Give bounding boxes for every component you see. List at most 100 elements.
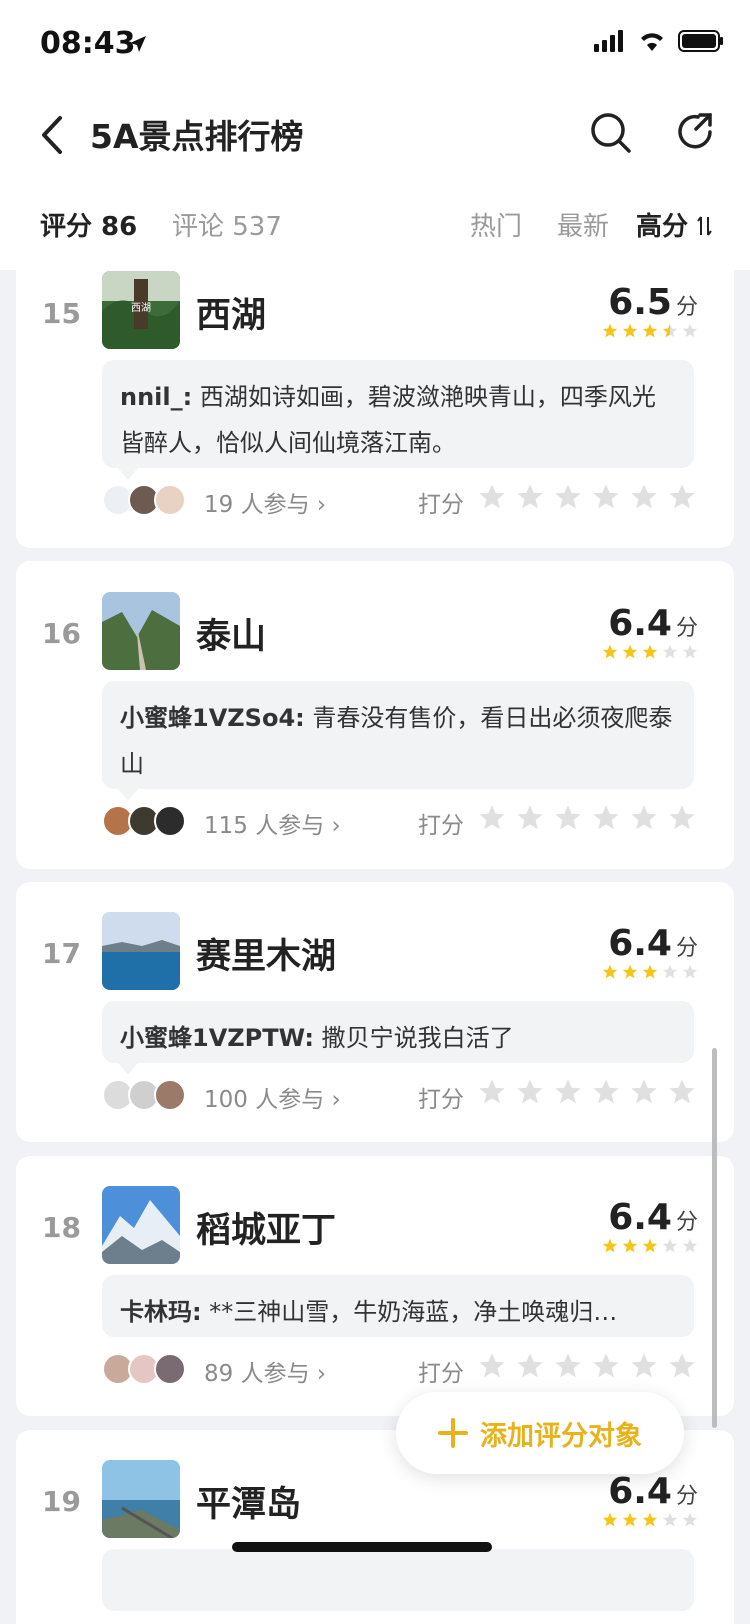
- chevron-right-icon: ›: [331, 813, 341, 839]
- chevron-right-icon: ›: [316, 1361, 327, 1387]
- rate-star-icon[interactable]: [554, 483, 582, 511]
- battery-icon: [678, 30, 723, 52]
- sort-high-score[interactable]: 高分: [636, 206, 713, 243]
- rate-star-icon[interactable]: [554, 1078, 582, 1106]
- participants-link[interactable]: 115 人参与 ›: [204, 806, 341, 840]
- ranking-card[interactable]: 15 西湖 西湖 6.5 分 nnil_: 西湖如诗如画，碧波潋滟映青山，四季风光…: [16, 250, 734, 548]
- participants-count: 89 人参与: [204, 1361, 310, 1387]
- star-icon: [602, 323, 618, 338]
- star-rating: [602, 1512, 698, 1528]
- tab-rating[interactable]: 评分 86: [40, 206, 137, 243]
- ranking-card[interactable]: 16 泰山 6.4 分 小蜜蜂1VZSo4: 青春没有售价，看日出必须夜爬泰山 1…: [16, 561, 734, 869]
- rate-stars-input[interactable]: [478, 483, 696, 511]
- sort-hot[interactable]: 热门: [470, 206, 522, 243]
- star-rating: [602, 1238, 698, 1254]
- rate-star-icon[interactable]: [516, 1352, 544, 1380]
- thumbnail-image: [102, 1460, 180, 1538]
- top-comment[interactable]: 卡林玛: **三神山雪，牛奶海蓝，净土唤魂归…: [102, 1275, 694, 1337]
- fab-label: 添加评分对象: [480, 1420, 642, 1452]
- star-icon: [642, 964, 658, 979]
- rate-label: 打分: [418, 1361, 464, 1387]
- participants-count: 100 人参与: [204, 1087, 325, 1113]
- star-rating: [602, 323, 698, 339]
- rate-stars-input[interactable]: [478, 1352, 696, 1380]
- star-icon: [662, 1512, 678, 1527]
- participant-avatars: [102, 1353, 186, 1385]
- star-icon: [642, 1238, 658, 1253]
- participants-link[interactable]: 100 人参与 ›: [204, 1080, 341, 1114]
- rate-star-icon[interactable]: [478, 1352, 506, 1380]
- top-comment[interactable]: [102, 1549, 694, 1611]
- star-icon: [642, 323, 658, 338]
- comment-user: 小蜜蜂1VZPTW:: [120, 1024, 314, 1052]
- rate-star-icon[interactable]: [668, 483, 696, 511]
- participant-avatars: [102, 1079, 186, 1111]
- star-icon: [622, 1238, 638, 1253]
- spot-name: 西湖: [196, 296, 267, 336]
- scrollbar[interactable]: [712, 1048, 717, 1428]
- rate-star-icon[interactable]: [516, 804, 544, 832]
- spot-name: 泰山: [196, 617, 267, 657]
- rate-stars-input[interactable]: [478, 1078, 696, 1106]
- rate-star-icon[interactable]: [630, 1078, 658, 1106]
- rate-star-icon[interactable]: [668, 1352, 696, 1380]
- participants-count: 19 人参与: [204, 492, 310, 518]
- score-value: 6.4: [608, 603, 672, 644]
- top-comment[interactable]: 小蜜蜂1VZSo4: 青春没有售价，看日出必须夜爬泰山: [102, 681, 694, 801]
- spot-name: 稻城亚丁: [196, 1211, 337, 1251]
- rate-star-icon[interactable]: [630, 483, 658, 511]
- add-rating-target-button[interactable]: 添加评分对象: [396, 1392, 684, 1474]
- star-icon: [642, 1512, 658, 1527]
- rate-stars-input[interactable]: [478, 804, 696, 832]
- chevron-right-icon: ›: [316, 492, 327, 518]
- rate-star-icon[interactable]: [630, 1352, 658, 1380]
- rate-star-icon[interactable]: [478, 804, 506, 832]
- rate-star-icon[interactable]: [516, 483, 544, 511]
- participants-link[interactable]: 19 人参与 ›: [204, 485, 326, 519]
- rate-star-icon[interactable]: [554, 1352, 582, 1380]
- ranking-card[interactable]: 18 稻城亚丁 6.4 分 卡林玛: **三神山雪，牛奶海蓝，净土唤魂归… 89 …: [16, 1156, 734, 1416]
- rate-star-icon[interactable]: [592, 1078, 620, 1106]
- rate-star-icon[interactable]: [630, 804, 658, 832]
- tab-comments[interactable]: 评论 537: [172, 206, 282, 243]
- back-icon[interactable]: [34, 112, 74, 158]
- rate-label: 打分: [418, 492, 464, 518]
- rate-star-icon[interactable]: [668, 804, 696, 832]
- page-title: 5A景点排行榜: [90, 117, 304, 156]
- rate-star-icon[interactable]: [478, 483, 506, 511]
- nav-bar: 5A景点排行榜: [0, 90, 750, 180]
- sort-icon: [697, 216, 712, 236]
- star-icon: [602, 1512, 618, 1527]
- rate-star-icon[interactable]: [592, 1352, 620, 1380]
- rate-label: 打分: [418, 813, 464, 839]
- wifi-icon: [641, 33, 663, 51]
- star-icon: [682, 644, 698, 659]
- home-indicator: [232, 1542, 492, 1552]
- sort-newest[interactable]: 最新: [557, 206, 609, 243]
- avatar: [154, 1079, 186, 1111]
- share-icon[interactable]: [676, 112, 716, 152]
- search-icon[interactable]: [590, 112, 632, 154]
- card-footer: 19 人参与 › 打分: [102, 481, 702, 521]
- rank-number: 16: [42, 617, 81, 650]
- avatar: [154, 1353, 186, 1385]
- top-comment[interactable]: 小蜜蜂1VZPTW: 撒贝宁说我白活了: [102, 1001, 694, 1075]
- participants-count: 115 人参与: [204, 813, 325, 839]
- rate-star-icon[interactable]: [516, 1078, 544, 1106]
- score-value: 6.4: [608, 1471, 672, 1512]
- rate-star-icon[interactable]: [668, 1078, 696, 1106]
- participant-avatars: [102, 484, 186, 516]
- rate-star-icon[interactable]: [592, 804, 620, 832]
- status-bar: 08:43: [0, 0, 750, 90]
- rate-star-icon[interactable]: [554, 804, 582, 832]
- participants-link[interactable]: 89 人参与 ›: [204, 1354, 326, 1388]
- score-block: 6.4 分: [602, 923, 698, 980]
- score-unit: 分: [675, 616, 698, 641]
- top-comment[interactable]: nnil_: 西湖如诗如画，碧波潋滟映青山，四季风光皆醉人，恰似人间仙境落江南。: [102, 360, 694, 480]
- ranking-card[interactable]: 17 赛里木湖 6.4 分 小蜜蜂1VZPTW: 撒贝宁说我白活了 100 人参与…: [16, 882, 734, 1142]
- spot-name: 赛里木湖: [196, 937, 337, 977]
- rank-number: 17: [42, 937, 81, 970]
- rate-star-icon[interactable]: [592, 483, 620, 511]
- thumbnail-image: [102, 1186, 180, 1264]
- rate-star-icon[interactable]: [478, 1078, 506, 1106]
